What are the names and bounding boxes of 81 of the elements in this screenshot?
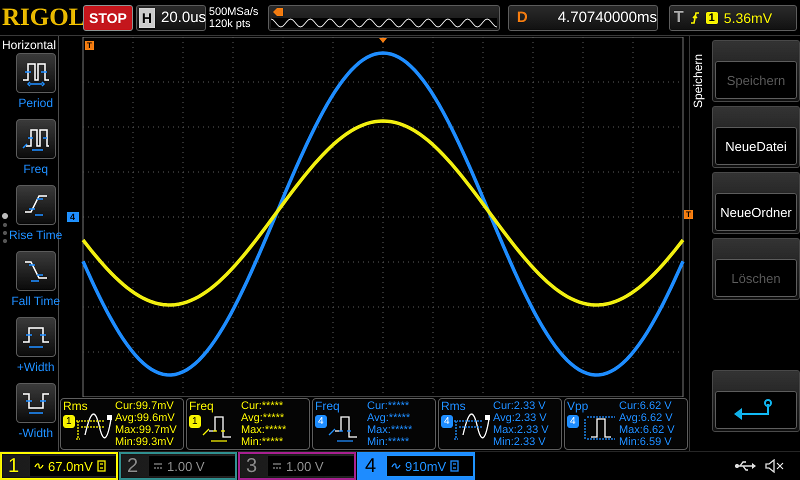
softkey-button[interactable]: NeueOrdner	[715, 193, 797, 231]
measurement-value: Avg:*****	[241, 412, 286, 424]
measurement-value: Min:99.3mV	[115, 436, 175, 448]
measurement-value: Max:6.62 V	[619, 424, 675, 436]
measurement-name: Rms	[441, 400, 467, 413]
rising-edge-icon	[690, 10, 700, 24]
usb-icon	[734, 460, 756, 472]
run-state-badge: STOP	[83, 4, 133, 30]
channel-scale: 910mV	[405, 458, 446, 474]
channel-number: 2	[127, 454, 140, 478]
menu-title: Speichern	[690, 52, 706, 108]
channel-marker: 4	[67, 212, 80, 222]
channel-scale: 1.00 V	[167, 458, 205, 474]
measurement-value: Max:*****	[367, 424, 412, 436]
channel-badge: 4	[567, 415, 579, 428]
channel-number: 1	[8, 454, 20, 478]
measurement-value: Cur:*****	[367, 400, 410, 412]
trigger-level: 5.36mV	[724, 10, 772, 26]
measurement-value: Max:99.7mV	[115, 424, 177, 436]
trigger-marker: T	[85, 41, 94, 50]
measurement-value: Max:2.33 V	[493, 424, 549, 436]
measure-button[interactable]	[16, 185, 56, 225]
timebase-value: 20.0us	[161, 9, 206, 26]
measurement-value: Min:2.33 V	[493, 436, 547, 448]
dc-coupling-icon	[153, 462, 163, 470]
trigger-source-badge: 1	[706, 12, 718, 24]
channel-number: 4	[365, 454, 378, 478]
measure-label: Rise Time	[9, 228, 62, 242]
measure-button[interactable]	[16, 53, 56, 93]
trigger-position-icon	[379, 38, 387, 43]
trigger-label: T	[674, 8, 684, 26]
back-button[interactable]	[715, 391, 797, 429]
channel-tab[interactable]: 2 1.00 V	[119, 452, 237, 480]
trigger-position-icon	[272, 8, 283, 16]
measurement-name: Freq	[189, 400, 215, 413]
memory-depth: 120k pts	[208, 18, 252, 30]
measure-label: Freq	[23, 162, 48, 176]
measurement-value: Cur:99.7mV	[115, 400, 175, 412]
measure-button[interactable]	[16, 119, 56, 159]
channel-number: 3	[246, 454, 258, 478]
channel-tab[interactable]: 3 1.00 V	[238, 452, 356, 480]
trigger-level-marker: T	[684, 210, 693, 219]
channel-badge: 4	[315, 415, 327, 428]
mute-icon	[764, 459, 784, 473]
measurement-value: Avg:*****	[367, 412, 412, 424]
measure-button[interactable]	[16, 251, 56, 291]
channel-badge: 1	[63, 415, 75, 428]
measure-label: Period	[18, 96, 54, 110]
menu-title: Horizontal	[1, 37, 58, 53]
measurement-value: Min:*****	[241, 436, 284, 448]
ac-coupling-icon	[34, 462, 44, 470]
delay-label: D	[516, 9, 528, 26]
measurement-value: Cur:6.62 V	[619, 400, 673, 412]
measurement-name: Freq	[315, 400, 341, 413]
channel-scale: 67.0mV	[48, 458, 93, 474]
channel-badge: 1	[189, 415, 201, 428]
measurement-name: Rms	[63, 400, 89, 413]
measurement-value: Cur:*****	[241, 400, 284, 412]
measure-label: Fall Time	[11, 294, 60, 308]
channel-badge: 4	[441, 415, 453, 428]
channel-scale: 1.00 V	[286, 458, 324, 474]
measure-button[interactable]	[16, 317, 56, 357]
measure-label: +Width	[16, 360, 55, 374]
dc-coupling-icon	[272, 462, 282, 470]
measurement-value: Avg:2.33 V	[493, 412, 548, 424]
timebase-label: H	[138, 8, 155, 28]
measurement-value: Avg:6.62 V	[619, 412, 674, 424]
ac-coupling-icon	[391, 462, 401, 470]
sample-rate: 500MSa/s	[208, 6, 260, 18]
measurement-value: Cur:2.33 V	[493, 400, 547, 412]
channel-tab[interactable]: 4 910mV	[357, 452, 475, 480]
channel-tab[interactable]: 1 67.0mV	[0, 452, 118, 480]
measurement-value: Min:*****	[367, 436, 410, 448]
softkey-button[interactable]: NeueDatei	[715, 127, 797, 165]
measurement-value: Min:6.59 V	[619, 436, 673, 448]
measurement-value: Max:*****	[241, 424, 286, 436]
measurement-value: Avg:99.6mV	[115, 412, 176, 424]
delay-value: 4.70740000ms	[558, 9, 657, 26]
measure-label: -Width	[18, 426, 53, 440]
measure-button[interactable]	[16, 383, 56, 423]
measurement-name: Vpp	[567, 400, 590, 413]
